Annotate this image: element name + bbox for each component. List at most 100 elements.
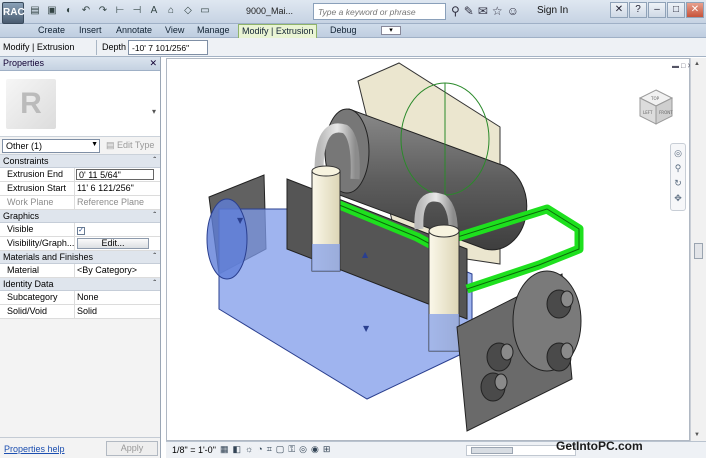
model-canvas[interactable]: ▲ ▼ ▼ [167,59,691,442]
visibility-edit-button[interactable]: Edit... [77,238,149,249]
property-row-solid-void: Solid/Void Solid [0,305,160,319]
group-label: Materials and Finishes [3,252,94,262]
application-menu-button[interactable]: RAC [2,2,25,24]
collapse-icon[interactable]: ˆ [153,155,156,167]
properties-filter-row: Other (1) ▼ ▤ Edit Type [0,137,160,155]
property-row-material: Material <By Category> [0,264,160,278]
lock-view-icon[interactable]: ⚿ [288,444,295,455]
tab-insert[interactable]: Insert [79,24,102,38]
view-cube[interactable]: TOP LEFT FRONT [636,88,676,128]
minimize-button[interactable]: – [648,2,666,18]
properties-filter-select[interactable]: Other (1) ▼ [2,139,100,153]
search-input[interactable]: Type a keyword or phrase [313,3,446,20]
infocenter-toolbar: ⚲ ✎ ✉ ☆ ☺ [451,4,519,18]
chevron-down-icon[interactable]: ▾ [152,107,156,116]
3d-viewport[interactable]: ▲ ▼ ▼ [166,58,690,441]
3d-view-icon[interactable]: ⌂ [164,4,178,18]
depth-field[interactable]: -10' 7 101/256" [128,40,208,55]
horizontal-scroll-thumb[interactable] [471,447,513,454]
scroll-up-icon[interactable]: ▲ [694,61,700,67]
edit-type-icon: ▤ [106,140,115,150]
property-row-extrusion-end: Extrusion End 0' 11 5/64" [0,168,160,182]
tab-annotate[interactable]: Annotate [116,24,152,38]
communication-icon[interactable]: ✉ [478,4,488,18]
subcategory-field[interactable]: None [75,291,160,304]
steering-wheel-icon[interactable]: ◎ [671,148,685,159]
reveal-hidden-icon[interactable]: ◉ [311,444,319,455]
depth-label: Depth [102,42,127,52]
close-palette-icon[interactable]: ✕ [149,57,157,70]
help-icon[interactable]: ? [629,2,647,18]
collapse-icon[interactable]: ˆ [153,278,156,290]
type-selector-preview[interactable]: R ▾ [0,71,160,137]
property-row-subcategory: Subcategory None [0,291,160,305]
edit-type-button[interactable]: ▤ Edit Type [106,140,154,151]
tab-debug[interactable]: Debug [330,24,357,38]
subscription-icon[interactable]: ✎ [464,4,474,18]
tab-modify-extrusion[interactable]: Modify | Extrusion [238,24,318,38]
visible-checkbox[interactable]: ✓ [77,227,85,235]
apply-button[interactable]: Apply [106,441,158,456]
show-crop-icon[interactable]: ▢ [276,444,285,455]
ribbon-minimize-dropdown[interactable]: ▾ [381,26,401,35]
temporary-hide-icon[interactable]: ◎ [299,444,307,455]
property-label: Solid/Void [0,305,75,318]
close-hidden-icon[interactable]: ▭ [198,4,212,18]
group-graphics[interactable]: Graphics ˆ [0,210,160,223]
shape-handle-arrow[interactable]: ▲ [362,250,369,259]
crop-view-icon[interactable]: ⌗ [267,444,272,455]
scroll-down-icon[interactable]: ▼ [694,432,700,438]
sync-icon[interactable]: ◐ [62,4,76,18]
analysis-icon[interactable]: ⊞ [323,444,331,455]
section-icon[interactable]: ◇ [181,4,195,18]
group-constraints[interactable]: Constraints ˆ [0,155,160,168]
undo-icon[interactable]: ↶ [79,4,93,18]
view-scale[interactable]: 1/8" = 1'-0" [172,445,216,455]
collapse-icon[interactable]: ˆ [153,251,156,263]
solid-void-field[interactable]: Solid [75,305,160,318]
zoom-icon[interactable]: ⚲ [671,163,685,174]
properties-help-link[interactable]: Properties help [4,444,65,454]
group-identity[interactable]: Identity Data ˆ [0,278,160,291]
options-bar: Modify | Extrusion Depth -10' 7 101/256" [0,38,706,57]
edit-type-label: Edit Type [117,140,155,150]
vertical-scrollbar[interactable]: ▲ ▼ [690,58,706,441]
property-label: Visibility/Graph... [0,237,75,250]
visual-style-icon[interactable]: ◧ [233,444,242,455]
shape-handle-arrow[interactable]: ▼ [363,324,370,333]
material-field[interactable]: <By Category> [75,264,160,277]
extrusion-end-field[interactable]: 0' 11 5/64" [76,169,154,180]
shape-handle-arrow[interactable]: ▼ [237,216,244,225]
view-control-icons: ▦ ◧ ☼ ◔ ⌗ ▢ ⚿ ◎ ◉ ⊞ [220,444,330,455]
tab-manage[interactable]: Manage [197,24,230,38]
save-icon[interactable]: ▣ [45,4,59,18]
sign-in-link[interactable]: Sign In [537,5,568,16]
dimension-icon[interactable]: ⊣ [130,4,144,18]
exchange-icon[interactable]: ✕ [610,2,628,18]
sun-path-icon[interactable]: ☼ [245,444,253,455]
user-icon[interactable]: ☺ [507,4,519,18]
binoculars-icon[interactable]: ⚲ [451,4,460,18]
collapse-icon[interactable]: ˆ [153,210,156,222]
group-materials[interactable]: Materials and Finishes ˆ [0,251,160,264]
redo-icon[interactable]: ↷ [96,4,110,18]
tab-create[interactable]: Create [38,24,65,38]
visibility-value-cell: Edit... [75,237,160,250]
tag-icon[interactable]: A [147,4,161,18]
measure-icon[interactable]: ⊢ [113,4,127,18]
ribbon-tabs: Create Insert Annotate View Manage Modif… [0,24,706,38]
open-icon[interactable]: ▤ [28,4,42,18]
detail-level-icon[interactable]: ▦ [220,444,229,455]
minimize-view-icon[interactable]: ▬ [672,63,679,70]
vertical-scroll-thumb[interactable] [694,243,703,259]
blue-extrusion-end-face[interactable] [206,198,248,280]
pan-icon[interactable]: ✥ [671,193,685,204]
close-button[interactable]: ✕ [686,2,704,18]
restore-view-icon[interactable]: □ [681,63,685,70]
maximize-button[interactable]: □ [667,2,685,18]
favorites-icon[interactable]: ☆ [492,4,503,18]
extrusion-start-field[interactable]: 11' 6 121/256" [75,182,160,195]
shadows-icon[interactable]: ◔ [257,444,262,455]
tab-view[interactable]: View [165,24,184,38]
orbit-icon[interactable]: ↻ [671,178,685,189]
